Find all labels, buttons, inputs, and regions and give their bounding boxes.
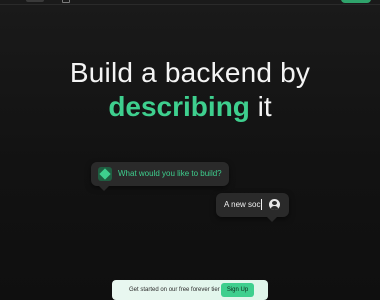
user-chat-input[interactable]: A new soc (216, 193, 289, 222)
top-nav (0, 0, 380, 5)
hero-title-line2: describing it (0, 90, 380, 124)
ai-prompt-text: What would you like to build? (118, 169, 222, 178)
landing-page: Build a backend by describing it What wo… (0, 0, 380, 300)
sign-up-button[interactable]: Sign Up (221, 283, 254, 297)
user-avatar-icon (269, 199, 280, 210)
text-caret (261, 199, 262, 210)
hero-line2-rest: it (249, 91, 272, 122)
hero-title-line1: Build a backend by (69, 57, 311, 88)
logo[interactable] (26, 0, 44, 2)
nav-cta-button[interactable] (341, 0, 371, 3)
signup-banner: Get started on our free forever tier Sig… (112, 280, 268, 300)
nav-icon[interactable] (62, 0, 70, 3)
banner-text: Get started on our free forever tier (129, 287, 220, 293)
user-input-text: A new soc (224, 200, 261, 209)
hero-accent-word: describing (108, 91, 250, 122)
ai-chat-bubble: What would you like to build? (91, 162, 229, 191)
diamond-logo-icon (98, 167, 112, 181)
